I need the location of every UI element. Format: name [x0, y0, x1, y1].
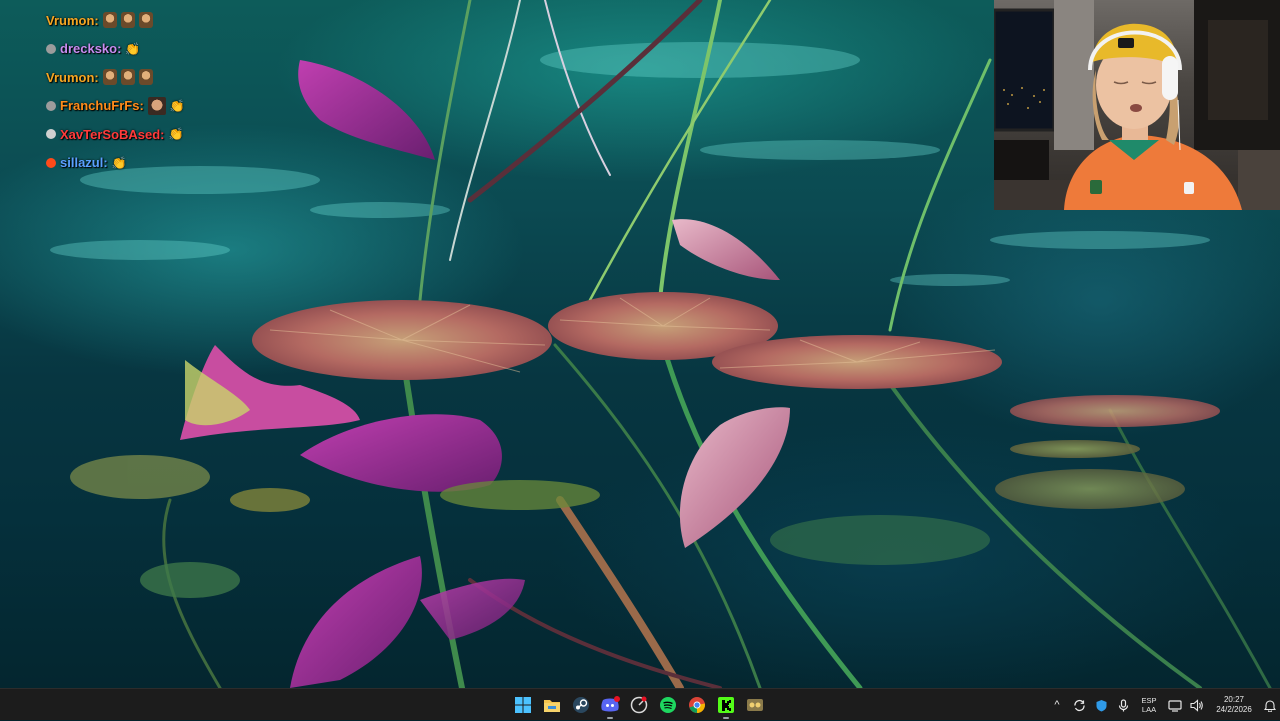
emote-icon — [102, 69, 117, 86]
clock-button[interactable]: 20:27 24/2/2026 — [1208, 690, 1260, 720]
chat-username: sillazul: — [60, 155, 108, 171]
emote-icon — [120, 12, 135, 29]
clock-date: 24/2/2026 — [1216, 705, 1252, 714]
network-button[interactable] — [1164, 690, 1186, 720]
chat-badge-icon — [46, 157, 56, 168]
kick-icon — [718, 697, 734, 713]
chat-badge-icon — [46, 100, 56, 111]
chat-username: XavTerSoBAsed: — [60, 126, 165, 142]
sync-icon — [1073, 699, 1085, 711]
notifications-button[interactable] — [1260, 690, 1280, 720]
start-button[interactable] — [511, 690, 535, 720]
tray-mic-button[interactable] — [1112, 690, 1134, 720]
file-explorer-button[interactable] — [540, 690, 564, 720]
volume-button[interactable] — [1186, 690, 1208, 720]
keyboard-layout: LAA — [1141, 705, 1157, 714]
webcam-image — [994, 0, 1280, 210]
discord-icon — [601, 696, 620, 712]
windows-icon — [515, 697, 531, 713]
kick-button[interactable] — [714, 690, 738, 720]
chat-message: XavTerSoBAsed: 👏 — [46, 120, 306, 149]
folder-icon — [544, 700, 560, 712]
input-language-button[interactable]: ESP LAA — [1134, 690, 1164, 720]
speaker-icon — [1190, 698, 1203, 712]
webcam-feed — [994, 0, 1280, 210]
chat-username: drecksko: — [60, 41, 122, 57]
tray-shield-button[interactable] — [1090, 690, 1112, 720]
clap-emote-icon: 👏 — [111, 155, 127, 170]
emote-icon — [138, 12, 153, 29]
discord-button[interactable] — [598, 690, 622, 720]
running-indicator — [607, 717, 613, 719]
obs-button[interactable] — [743, 690, 767, 720]
running-indicator — [723, 717, 729, 719]
game-icon — [747, 699, 763, 711]
emote-icon — [102, 12, 117, 29]
shield-icon — [1096, 699, 1106, 711]
steam-button[interactable] — [569, 690, 593, 720]
chat-message: sillazul: 👏 — [46, 149, 306, 178]
chat-message: Vrumon: — [46, 63, 306, 92]
chat-badge-icon — [46, 129, 56, 140]
chrome-icon — [689, 697, 705, 713]
chat-message: drecksko: 👏 — [46, 35, 306, 64]
spotify-icon — [660, 697, 676, 713]
clock-time: 20:27 — [1223, 695, 1245, 704]
microphone-icon — [1118, 698, 1128, 711]
taskbar: ^ ESP LAA 20:27 24/2/2026 — [0, 688, 1280, 720]
tray-sync-button[interactable] — [1068, 690, 1090, 720]
chrome-button[interactable] — [685, 690, 709, 720]
taskbar-apps — [511, 689, 767, 721]
photo-emote-icon — [147, 96, 166, 115]
chevron-up-icon: ^ — [1054, 699, 1060, 711]
chat-message: Vrumon: — [46, 6, 306, 35]
clap-emote-icon: 👏 — [168, 127, 184, 142]
clap-emote-icon: 👏 — [125, 41, 141, 56]
emote-icon — [138, 69, 153, 86]
network-icon — [1168, 699, 1182, 712]
chat-username: FranchuFrFs: — [60, 98, 144, 114]
language-code: ESP — [1141, 696, 1157, 705]
speed-icon — [630, 696, 648, 714]
emote-icon — [120, 69, 135, 86]
show-hidden-icons-button[interactable]: ^ — [1046, 690, 1068, 720]
chat-username: Vrumon: — [46, 12, 99, 28]
notification-bell-icon — [1264, 699, 1276, 712]
chat-badge-icon — [46, 43, 56, 54]
clap-emote-icon: 👏 — [169, 98, 185, 113]
steam-icon — [573, 697, 589, 713]
chat-message: FranchuFrFs: 👏 — [46, 92, 306, 121]
app-button[interactable] — [627, 690, 651, 720]
spotify-button[interactable] — [656, 690, 680, 720]
chat-username: Vrumon: — [46, 69, 99, 85]
system-tray: ^ ESP LAA 20:27 24/2/2026 — [1046, 689, 1280, 721]
chat-overlay: Vrumon: drecksko: 👏 Vrumon: FranchuFrFs:… — [46, 6, 306, 177]
